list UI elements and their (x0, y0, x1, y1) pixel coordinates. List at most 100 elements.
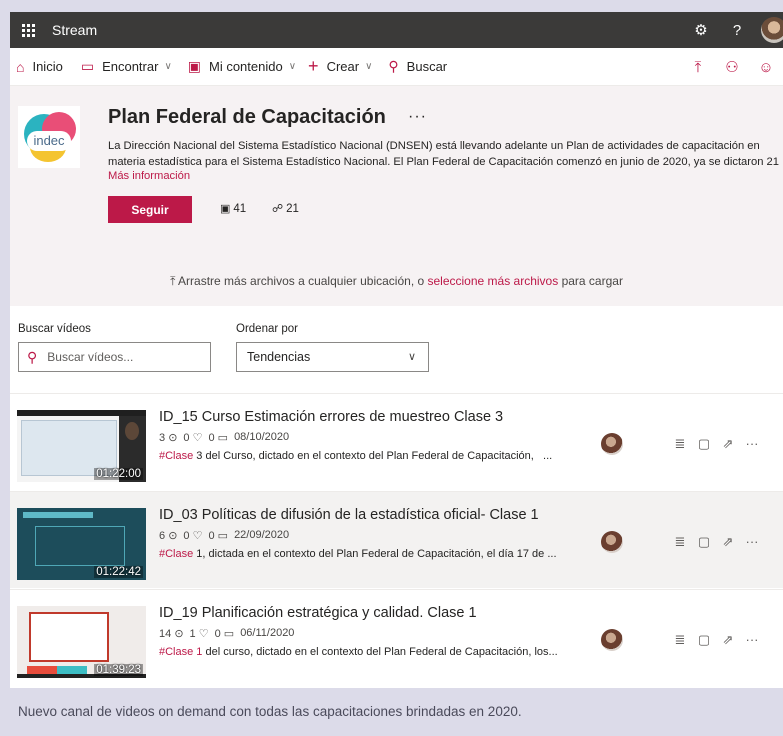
nav-my-content[interactable]: ▣ Mi contenido ∨ (182, 48, 302, 86)
user-avatar[interactable] (761, 17, 783, 43)
sort-dropdown[interactable]: Tendencias ∨ (236, 342, 429, 372)
channel-description: La Dirección Nacional del Sistema Estadí… (108, 138, 783, 170)
video-desc-text: del curso, dictado en el contexto del Pl… (202, 646, 549, 658)
upload-text-suffix: para cargar (558, 274, 623, 288)
nav-home[interactable]: ⌂ Inicio (10, 48, 69, 86)
video-date: 06/11/2020 (240, 627, 295, 639)
add-comment-icon[interactable]: ▢ (692, 436, 716, 452)
more-options-icon[interactable]: ··· (740, 632, 764, 648)
search-icon: ⚲ (27, 348, 38, 365)
more-info-link[interactable]: Más información (108, 170, 190, 182)
upload-icon: ⤒ (170, 274, 179, 288)
video-desc-text: 1, dictada en el contexto del Plan Feder… (193, 548, 545, 560)
video-row[interactable]: 01:22:00 ID_15 Curso Estimación errores … (10, 393, 783, 490)
video-stats: 3 ⊙ 0 ♡ 0 ▭ 08/10/2020 (159, 431, 289, 444)
waffle-icon (21, 23, 35, 37)
image-caption: Nuevo canal de videos on demand con toda… (18, 704, 522, 719)
views-count: 14 (159, 628, 172, 640)
video-duration: 01:39:23 (94, 664, 143, 676)
video-stats: 6 ⊙ 0 ♡ 0 ▭ 22/09/2020 (159, 529, 289, 542)
follow-button[interactable]: Seguir (108, 196, 192, 223)
video-duration: 01:22:00 (94, 468, 143, 480)
followers-count-value: 21 (286, 202, 299, 215)
views-icon: ⊙ (174, 628, 184, 640)
video-stats: 14 ⊙ 1 ♡ 0 ▭ 06/11/2020 (159, 627, 294, 640)
description-line-1: La Dirección Nacional del Sistema Estadí… (108, 140, 760, 152)
description-line-2: materia estadística para el Sistema Esta… (108, 156, 780, 168)
upload-drop-zone[interactable]: ⤒ Arrastre más archivos a cualquier ubic… (10, 274, 783, 289)
comment-icon: ▭ (223, 628, 235, 640)
video-title[interactable]: ID_15 Curso Estimación errores de muestr… (159, 409, 503, 425)
video-date: 22/09/2020 (234, 529, 290, 541)
heart-icon: ♡ (192, 432, 203, 444)
video-title[interactable]: ID_03 Políticas de difusión de la estadí… (159, 507, 539, 523)
followers-icon: ☍ (272, 203, 284, 215)
video-row[interactable]: 01:22:42 ID_03 Políticas de difusión de … (10, 491, 783, 588)
add-to-group-icon[interactable]: ≣ (668, 632, 692, 648)
search-videos-input[interactable]: ⚲ Buscar vídeos... (18, 342, 211, 372)
hashtag-link[interactable]: #Clase (159, 548, 193, 560)
add-comment-icon[interactable]: ▢ (692, 632, 716, 648)
channel-logo: indec (18, 106, 80, 168)
top-bar: Stream ⚙ ? (10, 12, 783, 48)
help-icon[interactable]: ? (719, 12, 755, 48)
video-desc-text: 3 del Curso, dictado en el contexto del … (193, 450, 534, 462)
search-placeholder: Buscar vídeos... (47, 350, 134, 364)
share-icon[interactable]: ⇗ (716, 534, 740, 550)
select-files-link[interactable]: seleccione más archivos (428, 274, 559, 288)
nav-search-label: Buscar (406, 59, 448, 74)
app-launcher-button[interactable] (10, 12, 46, 48)
views-icon: ⊙ (168, 530, 178, 542)
discover-icon: ▭ (80, 58, 95, 74)
video-actions: ≣ ▢ ⇗ ··· (668, 632, 764, 648)
search-videos-label: Buscar vídeos (18, 323, 91, 335)
channel-header: indec Plan Federal de Capacitación ··· L… (10, 86, 783, 306)
uploader-avatar[interactable] (601, 629, 623, 651)
followers-count: ☍ 21 (272, 202, 299, 216)
nav-discover[interactable]: ▭ Encontrar ∨ (75, 48, 178, 86)
video-title[interactable]: ID_19 Planificación estratégica y calida… (159, 605, 477, 621)
smiley-icon[interactable]: ☺ (749, 59, 783, 76)
share-icon[interactable]: ⇗ (716, 632, 740, 648)
nav-search[interactable]: ⚲ Buscar (382, 48, 453, 86)
nav-create[interactable]: + Crear ∨ (302, 48, 378, 86)
uploader-avatar[interactable] (601, 531, 623, 553)
nav-create-label: Crear (326, 59, 360, 74)
video-thumbnail[interactable]: 01:22:42 (17, 508, 146, 580)
more-options-icon[interactable]: ··· (740, 534, 764, 550)
channel-logo-text: indec (27, 131, 71, 151)
uploader-avatar[interactable] (601, 433, 623, 455)
views-count: 6 (159, 530, 166, 542)
chevron-down-icon: ∨ (164, 61, 172, 72)
sort-value: Tendencias (247, 350, 311, 364)
desc-ellipsis: ... (547, 548, 557, 560)
gear-icon[interactable]: ⚙ (683, 12, 719, 48)
video-actions: ≣ ▢ ⇗ ··· (668, 436, 764, 452)
video-actions: ≣ ▢ ⇗ ··· (668, 534, 764, 550)
comments-count: 0 (214, 628, 221, 640)
search-icon: ⚲ (388, 58, 399, 74)
video-thumbnail[interactable]: 01:39:23 (17, 606, 146, 678)
video-row[interactable]: 01:39:23 ID_19 Planificación estratégica… (10, 589, 783, 686)
more-options-icon[interactable]: ··· (740, 436, 764, 452)
add-to-group-icon[interactable]: ≣ (668, 436, 692, 452)
upload-icon[interactable]: ⤒ (681, 59, 715, 76)
share-icon[interactable]: ⇗ (716, 436, 740, 452)
likes-count: 0 (183, 432, 190, 444)
nav-discover-label: Encontrar (102, 59, 159, 74)
desc-ellipsis: ... (543, 450, 553, 462)
channel-title: Plan Federal de Capacitación (108, 106, 386, 128)
more-options-icon[interactable]: ··· (408, 108, 427, 126)
video-description: #Clase 1 del curso, dictado en el contex… (159, 646, 559, 658)
app-title[interactable]: Stream (52, 22, 97, 38)
hashtag-link[interactable]: #Clase (159, 450, 193, 462)
nav-home-label: Inicio (32, 59, 63, 74)
add-to-group-icon[interactable]: ≣ (668, 534, 692, 550)
nav-my-content-label: Mi contenido (209, 59, 283, 74)
video-thumbnail[interactable]: 01:22:00 (17, 410, 146, 482)
video-date: 08/10/2020 (234, 431, 290, 443)
person-icon[interactable]: ⚇ (715, 58, 749, 76)
add-comment-icon[interactable]: ▢ (692, 534, 716, 550)
heart-icon: ♡ (198, 628, 209, 640)
hashtag-link[interactable]: #Clase 1 (159, 646, 202, 658)
